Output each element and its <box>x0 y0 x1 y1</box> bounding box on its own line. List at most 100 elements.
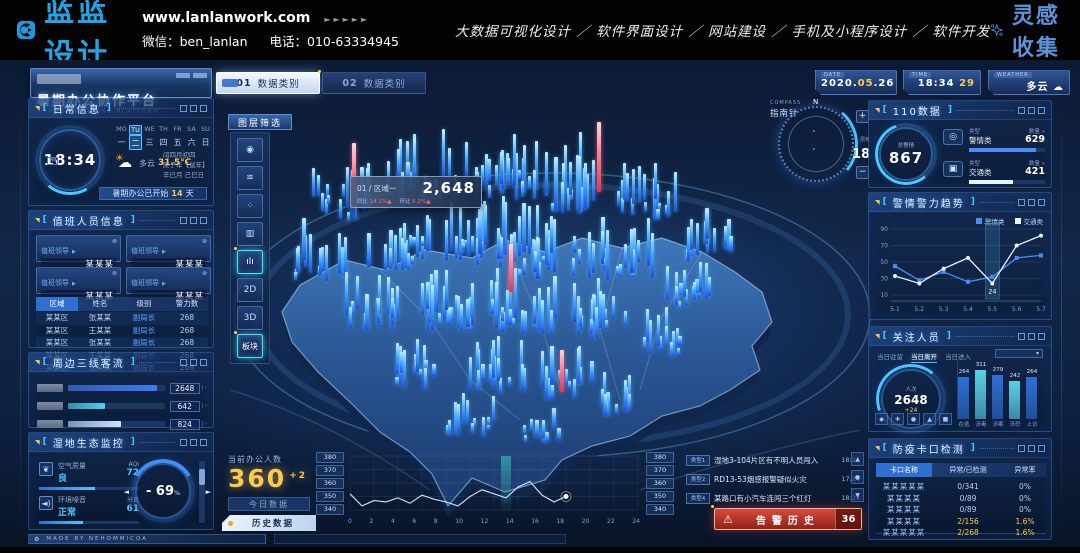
table-row[interactable]: 某某某某某0/3410% <box>876 481 1046 493</box>
arrow-left-icon[interactable]: ◄ <box>124 488 129 496</box>
map-bar <box>590 361 594 383</box>
layer-button-building-icon[interactable]: ▥ <box>237 222 263 246</box>
table-row[interactable]: 某某某某0/890% <box>876 504 1046 516</box>
panel-controls[interactable] <box>180 359 207 366</box>
duty-cell: 某某区 <box>36 312 78 325</box>
scroll-down-icon[interactable]: ▼ <box>851 488 864 502</box>
map-bar <box>592 294 595 320</box>
panel-controls[interactable] <box>180 439 207 446</box>
map-bar <box>462 393 465 425</box>
panel-controls[interactable] <box>180 105 207 112</box>
map-bar <box>705 263 708 299</box>
map-bar <box>415 362 418 372</box>
alert-item[interactable]: 类型1湿地3-104片区有不明人员闯入18:24 <box>686 452 864 468</box>
layer-button-bar-chart-icon[interactable]: ılı <box>237 250 263 274</box>
alert-text: 某路口有小汽车连闯三个红灯 <box>714 493 837 504</box>
duty-role: 值班领导 <box>41 247 69 255</box>
layer-button-signal-icon[interactable]: ≋ <box>237 166 263 190</box>
chevron-down-icon[interactable]: ˅ <box>812 148 816 156</box>
panel-passenger-flow: ◥[周边三线客流] 2648| ›642| ›824| › <box>28 352 214 428</box>
duty-leader-card[interactable]: 值班领导▶⊗某某某 <box>126 235 211 262</box>
map-bar <box>595 307 598 338</box>
focus-tab[interactable]: 当日离开 <box>911 351 937 363</box>
panel-controls[interactable] <box>1018 333 1045 340</box>
map-bar <box>604 309 607 321</box>
focus-tab[interactable]: 当日驻留 <box>877 351 903 363</box>
weekday-cn[interactable]: 日 <box>199 135 212 150</box>
tab-data-category-2[interactable]: 02 数据类别 <box>322 72 426 94</box>
map-bar <box>538 288 541 331</box>
eco-slider[interactable] <box>199 461 205 523</box>
focus-icon[interactable]: ▲ <box>923 413 936 425</box>
scroll-dot-icon[interactable]: ● <box>851 470 864 484</box>
map-bar <box>659 336 662 351</box>
arrow-right-icon[interactable]: ► <box>206 488 211 496</box>
map-bar <box>565 369 568 385</box>
map-bar <box>545 152 548 193</box>
focus-bar: 242涉恐 <box>1009 381 1020 419</box>
count-value: 629 <box>1025 134 1045 145</box>
weekday-cn[interactable]: 二 <box>129 135 142 150</box>
website-link[interactable]: www.lanlanwork.com <box>142 7 310 31</box>
office-yaxis-left: 380370360350340 <box>316 452 344 515</box>
panel-controls[interactable] <box>180 217 207 224</box>
duty-role: 值班领导 <box>41 279 69 287</box>
layer-button-mode-3d[interactable]: 3D <box>237 306 263 330</box>
inspiration-collect[interactable]: 灵感收集 <box>990 0 1062 62</box>
panel-title: 110数据 <box>893 103 942 118</box>
panel-controls[interactable] <box>1018 199 1045 206</box>
map-bar <box>376 298 379 309</box>
layer-button-camera-icon[interactable]: ◉ <box>237 138 263 162</box>
alert-history-banner[interactable]: ⚠ 告警历史 36 <box>714 508 862 530</box>
tab-data-category-1[interactable]: 01 数据类别 <box>216 72 320 94</box>
table-row[interactable]: 某某区张某某副局长268 <box>36 337 208 350</box>
table-row[interactable]: 某某某某2/1561.6% <box>876 516 1046 528</box>
arrows-decor: ►►►►► <box>324 13 370 27</box>
chevron-up-icon[interactable]: ˄ <box>812 130 816 138</box>
map-bar <box>426 215 429 251</box>
close-icon[interactable]: ⊗ <box>112 238 117 245</box>
table-row[interactable]: 某某区王某某副局长268 <box>36 325 208 338</box>
focus-icon[interactable]: ◆ <box>875 413 888 425</box>
duty-leader-card[interactable]: 值班领导▶⊗某某某 <box>36 235 121 262</box>
history-data-button[interactable]: 历史数据 <box>222 515 316 531</box>
alert-item[interactable]: 类型2RD13-53烟感报警疑似火灾17:24 <box>686 471 864 487</box>
alert-item[interactable]: 类型4某路口有小汽车连闯三个红灯18:24 <box>686 490 864 506</box>
weather-desc: 多云 <box>139 158 155 169</box>
lunar-calendar: 闰四月初四庚子年【鼠年】辛巳月 己巳日 <box>163 151 209 180</box>
focus-icon[interactable]: ■ <box>939 413 952 425</box>
weekday-cn[interactable]: 一 <box>115 135 128 150</box>
duty-cell: 副局长 <box>122 325 166 338</box>
time-value: 18:34 29 <box>909 78 975 89</box>
table-row[interactable]: 某某区张某某副局长268 <box>36 312 208 325</box>
scroll-up-icon[interactable]: ▲ <box>851 452 864 466</box>
close-icon[interactable]: ⊗ <box>202 238 207 245</box>
panel-controls[interactable] <box>1018 107 1045 114</box>
focus-icon[interactable]: ● <box>907 413 920 425</box>
focus-dropdown[interactable]: ▾ <box>995 349 1043 358</box>
close-icon[interactable]: ⊗ <box>112 270 117 277</box>
close-icon[interactable]: ⊗ <box>202 270 207 277</box>
duty-leader-card[interactable]: 值班领导▶⊗某某某 <box>126 267 211 294</box>
layer-button-mode-block[interactable]: 板块 <box>237 334 263 358</box>
layer-button-mode-2d[interactable]: 2D <box>237 278 263 302</box>
map-bar <box>535 420 539 437</box>
panel-controls[interactable] <box>1018 445 1045 452</box>
weekday-cn[interactable]: 五 <box>171 135 184 150</box>
today-data-button[interactable]: 今日数据 <box>228 497 310 511</box>
services-list: 大数据可视化设计 ／ 软件界面设计 ／ 网站建设 ／ 手机及小程序设计 ／ 软件… <box>455 20 990 40</box>
weekday-cn[interactable]: 三 <box>143 135 156 150</box>
layer-button-cluster-icon[interactable]: ⁘ <box>237 194 263 218</box>
alert-list: 类型1湿地3-104片区有不明人员闯入18:24 类型2RD13-53烟感报警疑似… <box>686 452 864 509</box>
compass-dial[interactable] <box>778 106 854 182</box>
table-row[interactable]: 某某某某0/890% <box>876 493 1046 505</box>
focus-icon[interactable]: ✚ <box>891 413 904 425</box>
map-bar <box>392 304 395 320</box>
map-bar <box>389 230 393 269</box>
date-value: 2020.05.26 <box>821 78 891 89</box>
duty-leader-card[interactable]: 值班领导▶⊗某某某 <box>36 267 121 294</box>
checkpoint-rate: 0% <box>1004 493 1046 505</box>
weekday-cn[interactable]: 六 <box>185 135 198 150</box>
right-edge-line <box>1061 96 1062 533</box>
weekday-cn[interactable]: 四 <box>157 135 170 150</box>
